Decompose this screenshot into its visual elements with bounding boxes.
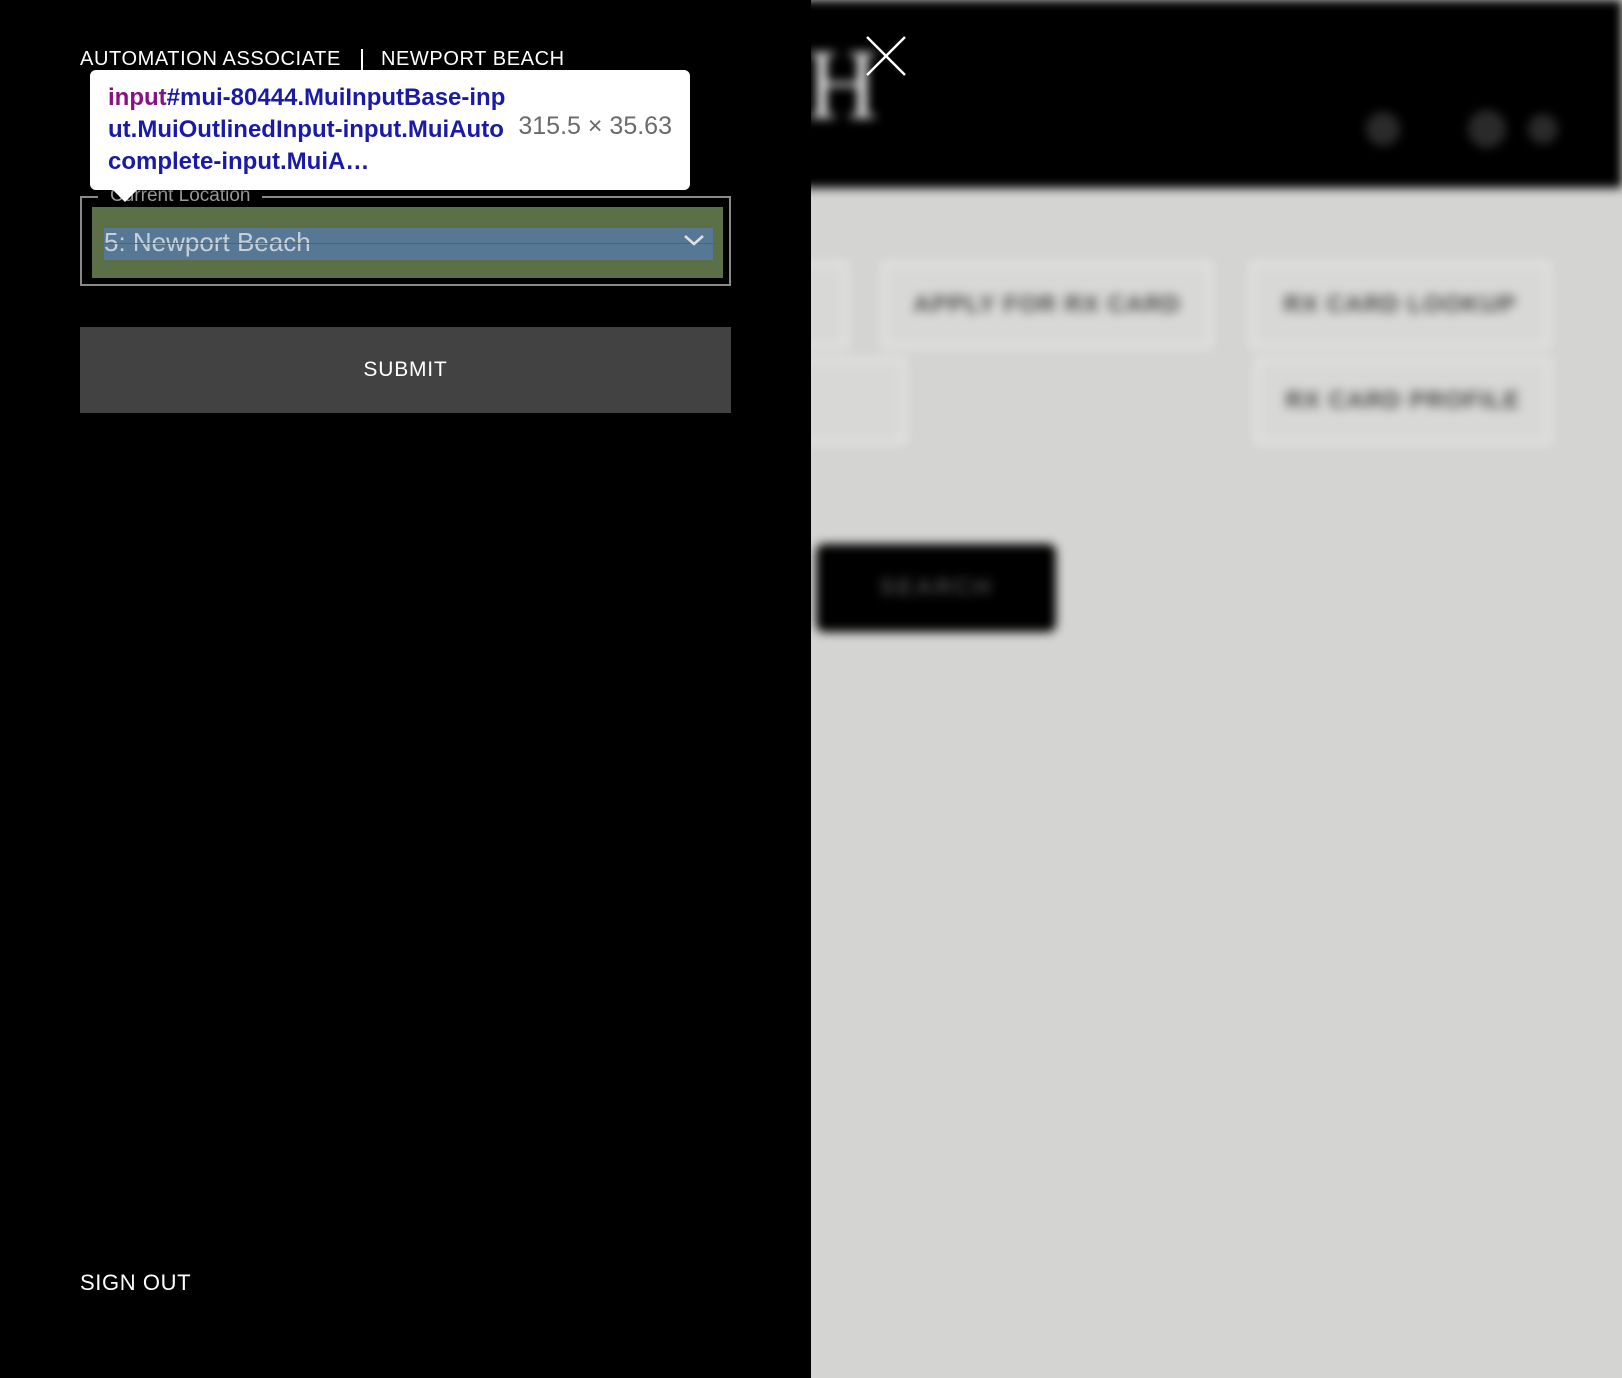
sign-out-link[interactable]: SIGN OUT: [80, 1270, 191, 1296]
background-user-icon: [1366, 112, 1400, 146]
inspector-dimensions: 315.5 × 35.63: [518, 112, 672, 140]
current-location-field[interactable]: Current Location 5: Newport Beach: [80, 184, 731, 286]
inspector-tooltip-arrow: [111, 188, 139, 202]
header-divider: [360, 48, 363, 71]
close-icon[interactable]: [864, 34, 908, 78]
inspector-tag: input: [108, 84, 167, 111]
side-drawer: AUTOMATION ASSOCIATE NEWPORT BEACH Curre…: [0, 0, 811, 1378]
background-tile: RX CARD PROFILE: [1255, 358, 1551, 444]
background-cart-icon: [1468, 110, 1506, 148]
submit-button[interactable]: SUBMIT: [80, 327, 731, 413]
user-location: NEWPORT BEACH: [380, 48, 565, 70]
inspector-tooltip: input#mui-80444.MuiInputBase-input.MuiOu…: [90, 70, 690, 190]
inspector-selector-text: #mui-80444.MuiInputBase-input.MuiOutline…: [108, 84, 506, 175]
background-search-button: SEARCH: [816, 544, 1056, 632]
current-location-input[interactable]: 5: Newport Beach: [104, 224, 311, 260]
chevron-down-icon[interactable]: [682, 230, 706, 250]
background-menu-icon: [1528, 114, 1558, 144]
user-role: AUTOMATION ASSOCIATE: [80, 48, 341, 70]
background-tile: RX CARD LOOKUP: [1250, 262, 1550, 348]
inspector-guide-line: [104, 243, 716, 244]
background-tile: APPLY FOR RX CARD: [882, 262, 1212, 348]
inspector-selector: input#mui-80444.MuiInputBase-input.MuiOu…: [108, 82, 508, 178]
background-logo: H: [806, 29, 879, 140]
user-role-header: AUTOMATION ASSOCIATE NEWPORT BEACH: [80, 48, 565, 71]
